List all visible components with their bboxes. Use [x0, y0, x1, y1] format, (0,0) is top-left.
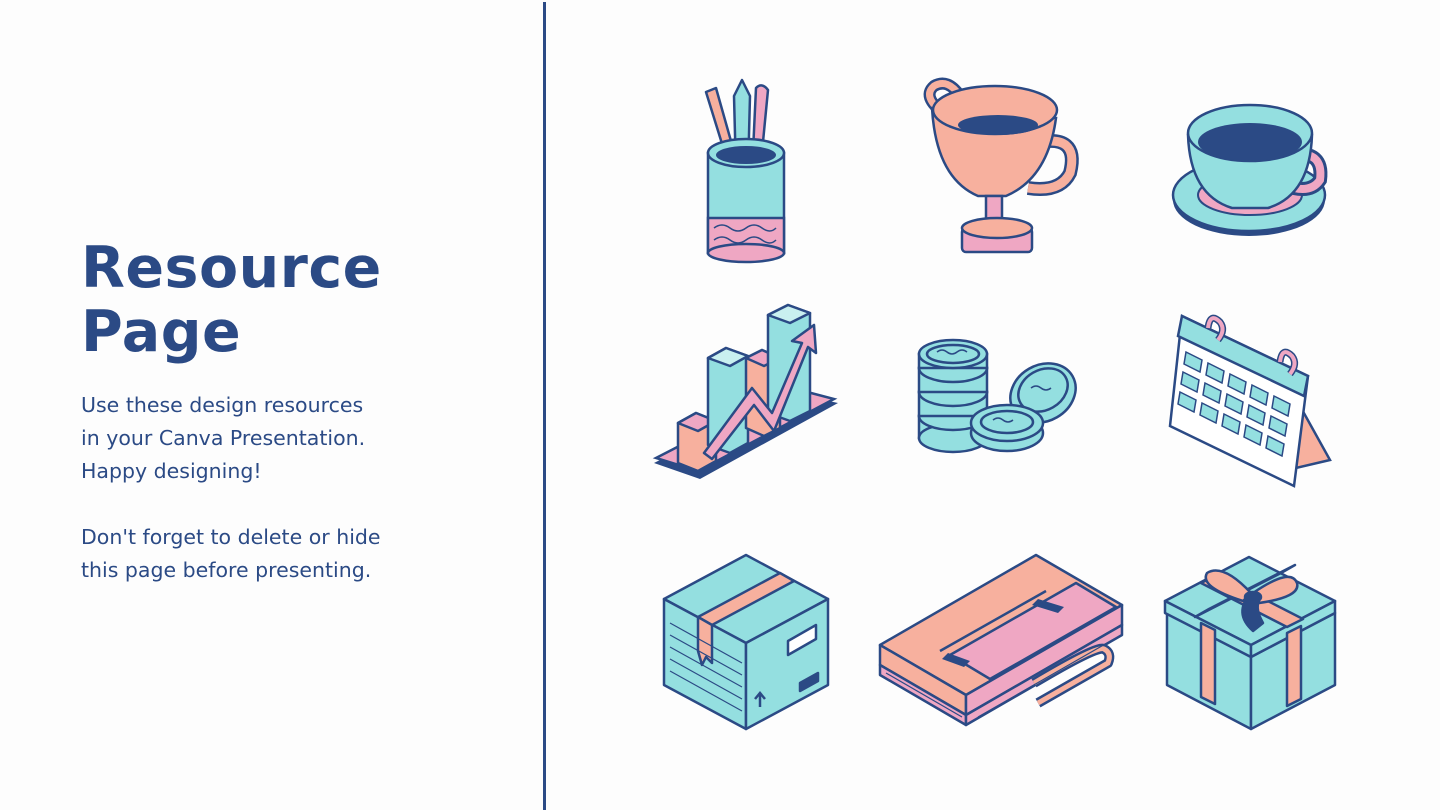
description-line: Use these design resources	[81, 393, 364, 417]
reminder-line: Don't forget to delete or hide	[81, 525, 381, 549]
coffee-cup-icon[interactable]	[1171, 100, 1332, 245]
reminder-line: this page before presenting.	[81, 558, 372, 582]
package-box-icon[interactable]	[662, 553, 830, 731]
description: Use these design resources in your Canva…	[81, 389, 501, 587]
coins-icon[interactable]	[915, 338, 1085, 458]
pencil-cup-icon[interactable]	[690, 78, 800, 268]
gift-box-icon[interactable]	[1163, 553, 1338, 733]
briefcase-icon[interactable]	[878, 553, 1126, 731]
vertical-divider	[543, 2, 546, 810]
trophy-cup-icon[interactable]	[920, 77, 1085, 268]
text-panel: Resource Page Use these design resources…	[81, 236, 501, 587]
title-line-1: Resource	[81, 235, 382, 301]
bar-chart-icon[interactable]	[652, 303, 842, 493]
description-line: Happy designing!	[81, 459, 262, 483]
calendar-icon[interactable]	[1168, 308, 1333, 488]
description-line: in your Canva Presentation.	[81, 426, 366, 450]
page-title: Resource Page	[81, 236, 501, 364]
title-line-2: Page	[81, 299, 242, 365]
